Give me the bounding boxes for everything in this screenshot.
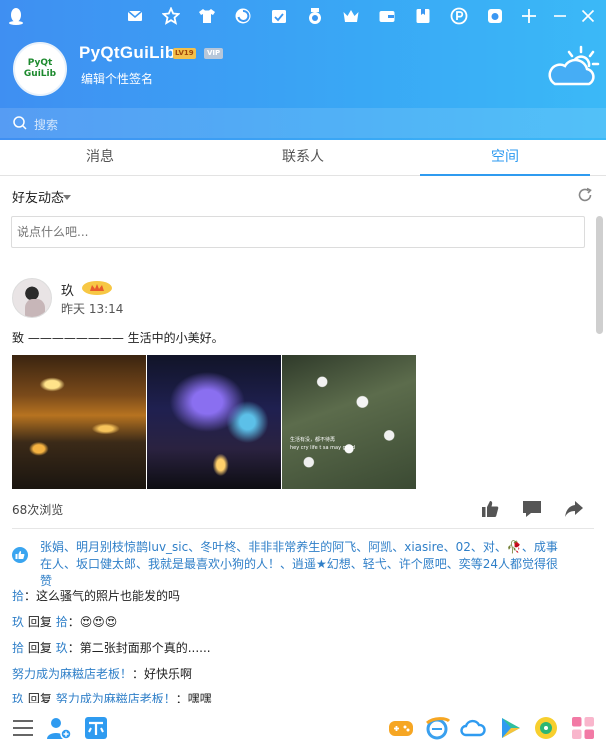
add-contact-icon[interactable] bbox=[46, 715, 72, 741]
view-count: 68次浏览 bbox=[12, 503, 64, 517]
signature-edit[interactable]: 编辑个性签名 bbox=[81, 70, 153, 87]
tab-space[interactable]: 空间 bbox=[420, 140, 590, 176]
friend-feed-selector[interactable]: 好友动态 bbox=[12, 187, 64, 206]
star-icon[interactable] bbox=[161, 6, 181, 26]
swirl-icon[interactable] bbox=[233, 6, 253, 26]
comment-reply-to[interactable]: 拾 bbox=[56, 615, 68, 629]
comment-item: 玖 回复 拾：😍😍😍 bbox=[12, 613, 117, 630]
bookmark-icon[interactable] bbox=[413, 6, 433, 26]
search-input[interactable]: 搜索 bbox=[34, 116, 58, 133]
comment-item: 拾：这么骚气的照片也能发的吗 bbox=[12, 587, 180, 604]
post-content: 致 ———————— 生活中的小美好。 bbox=[12, 331, 224, 345]
comment-colon: ： bbox=[67, 615, 80, 629]
thumbs-up-icon bbox=[12, 547, 28, 563]
tab-messages[interactable]: 消息 bbox=[15, 140, 185, 176]
post-photo-1[interactable] bbox=[12, 355, 146, 489]
post-timestamp: 昨天 13:14 bbox=[61, 302, 124, 316]
tab-contacts[interactable]: 联系人 bbox=[218, 140, 388, 176]
close-icon[interactable] bbox=[578, 6, 598, 26]
comment-icon[interactable] bbox=[521, 499, 543, 519]
search-icon bbox=[13, 116, 27, 130]
comment-user[interactable]: 拾 bbox=[12, 589, 24, 603]
main-tabs: 消息 联系人 空间 bbox=[0, 140, 606, 176]
medal-icon[interactable] bbox=[305, 6, 325, 26]
comment-colon: ： bbox=[67, 641, 80, 655]
camera-icon[interactable] bbox=[485, 6, 505, 26]
game-icon[interactable] bbox=[388, 715, 414, 741]
comment-text: 这么骚气的照片也能发的吗 bbox=[36, 589, 181, 603]
level-badge[interactable]: LV19 bbox=[173, 48, 196, 59]
bottom-toolbar bbox=[0, 703, 606, 753]
avatar-text-line2: GuiLib bbox=[23, 69, 57, 79]
plus-icon[interactable] bbox=[519, 6, 539, 26]
music-icon[interactable] bbox=[533, 715, 559, 741]
menu-icon[interactable] bbox=[10, 715, 36, 741]
grid-app-icon[interactable] bbox=[83, 715, 109, 741]
browser-icon[interactable] bbox=[424, 715, 450, 741]
comment-text: 😍😍😍 bbox=[79, 615, 118, 629]
title-bar bbox=[0, 0, 606, 32]
post-photo-3[interactable]: 生活有没，都不待再 hey cry life t sa may good bbox=[282, 355, 416, 489]
qq-penguin-icon bbox=[9, 8, 23, 25]
comment-text: 第二张封面那个真的...... bbox=[79, 641, 211, 655]
profile-header: PyQt GuiLib PyQtGuiLib LV19 VIP 编辑个性签名 搜… bbox=[0, 0, 606, 140]
search-bar[interactable]: 搜索 bbox=[0, 108, 606, 138]
post-status-input[interactable] bbox=[11, 216, 585, 248]
shirt-icon[interactable] bbox=[197, 6, 217, 26]
refresh-icon[interactable] bbox=[577, 187, 593, 203]
chevron-down-icon[interactable] bbox=[63, 195, 71, 200]
comment-user[interactable]: 玖 bbox=[12, 615, 24, 629]
author-avatar[interactable] bbox=[12, 278, 52, 318]
weather-icon[interactable] bbox=[545, 44, 601, 90]
cloud-icon[interactable] bbox=[460, 715, 486, 741]
p-icon[interactable] bbox=[449, 6, 469, 26]
minimize-icon[interactable] bbox=[550, 6, 570, 26]
avatar-text-line1: PyQt bbox=[27, 58, 53, 68]
like-icon[interactable] bbox=[479, 499, 501, 519]
video-icon[interactable] bbox=[497, 715, 523, 741]
feed-scrollbar[interactable] bbox=[596, 216, 603, 334]
likers-list[interactable]: 张娟、明月别枝惊鹊luv_sic、冬叶柊、非非非常养生的阿飞、阿凯、xiasir… bbox=[40, 539, 568, 590]
vip-crown-icon bbox=[82, 281, 112, 295]
comment-item: 努力成为麻糍店老板！：好快乐啊 bbox=[12, 665, 192, 682]
calendar-icon[interactable] bbox=[269, 6, 289, 26]
nickname[interactable]: PyQtGuiLib bbox=[79, 43, 176, 63]
wallet-icon[interactable] bbox=[377, 6, 397, 26]
divider bbox=[12, 528, 594, 529]
comment-user[interactable]: 拾 bbox=[12, 641, 24, 655]
photo-caption-line2: hey cry life t sa may good bbox=[290, 445, 356, 451]
share-icon[interactable] bbox=[563, 499, 585, 519]
comment-colon: ： bbox=[24, 589, 37, 603]
mail-icon[interactable] bbox=[125, 6, 145, 26]
comment-reply-to[interactable]: 玖 bbox=[56, 641, 68, 655]
post-author[interactable]: 玖 bbox=[61, 280, 74, 299]
comment-item: 拾 回复 玖：第二张封面那个真的...... bbox=[12, 639, 211, 656]
user-avatar[interactable]: PyQt GuiLib bbox=[13, 42, 67, 96]
post-photo-2[interactable] bbox=[147, 355, 281, 489]
reply-label: 回复 bbox=[27, 615, 52, 629]
reply-label: 回复 bbox=[27, 641, 52, 655]
vip-badge[interactable]: VIP bbox=[204, 48, 224, 59]
crown-icon[interactable] bbox=[341, 6, 361, 26]
comment-text: 好快乐啊 bbox=[144, 667, 193, 681]
apps-icon[interactable] bbox=[570, 715, 596, 741]
comment-colon: ： bbox=[132, 667, 145, 681]
photo-caption-line1: 生活有没，都不待再 bbox=[290, 437, 336, 443]
comment-user[interactable]: 努力成为麻糍店老板！ bbox=[12, 667, 132, 681]
